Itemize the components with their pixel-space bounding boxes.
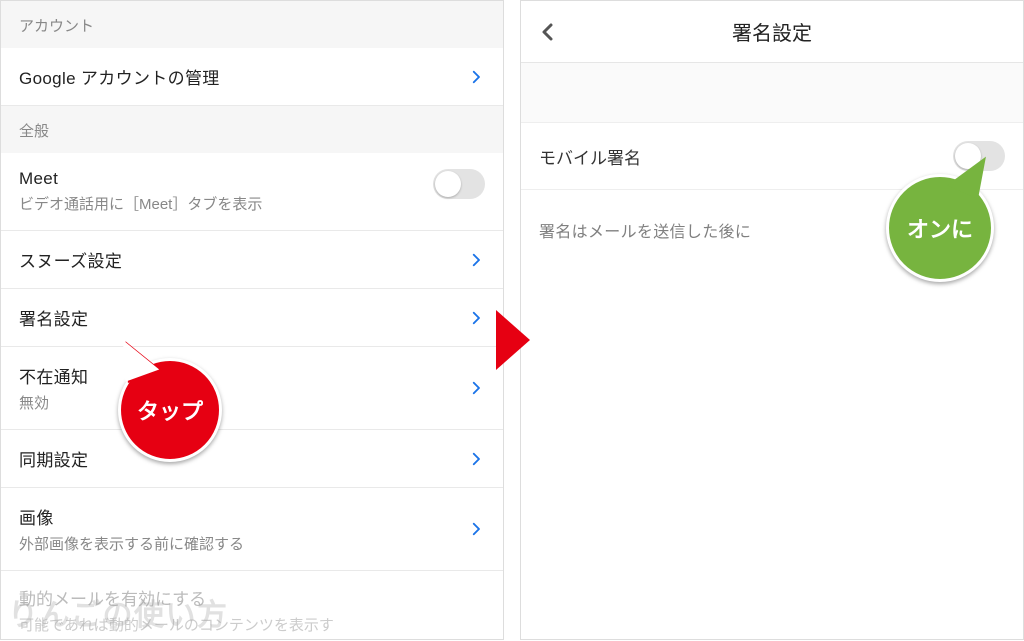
signature-settings-pane: 署名設定 モバイル署名 署名はメールを送信した後に	[520, 0, 1024, 640]
chevron-right-icon	[467, 309, 485, 327]
row-manage-google-account[interactable]: Google アカウントの管理	[1, 48, 503, 106]
row-images[interactable]: 画像 外部画像を表示する前に確認する	[1, 488, 503, 571]
chevron-left-icon	[536, 20, 560, 44]
settings-list-pane: アカウント Google アカウントの管理 全般 Meet ビデオ通話用に［Me…	[0, 0, 504, 640]
back-button[interactable]	[531, 15, 565, 49]
row-title: 不在通知	[19, 363, 88, 388]
transition-arrow-icon	[496, 310, 530, 370]
section-gap	[521, 63, 1023, 123]
chevron-right-icon	[467, 450, 485, 468]
callout-text: タップ	[137, 394, 203, 426]
page-title: 署名設定	[732, 17, 812, 46]
row-meet[interactable]: Meet ビデオ通話用に［Meet］タブを表示	[1, 153, 503, 231]
row-signature[interactable]: 署名設定	[1, 289, 503, 347]
section-header-general: 全般	[1, 106, 503, 153]
watermark: りんごの使い方	[8, 590, 229, 634]
nav-bar: 署名設定	[521, 1, 1023, 63]
row-vacation[interactable]: 不在通知 無効	[1, 347, 503, 430]
meet-toggle[interactable]	[433, 169, 485, 199]
chevron-right-icon	[467, 251, 485, 269]
callout-text: オンに	[907, 212, 973, 244]
row-label: スヌーズ設定	[19, 247, 122, 272]
row-title: Meet	[19, 169, 262, 189]
row-snooze[interactable]: スヌーズ設定	[1, 231, 503, 289]
chevron-right-icon	[467, 68, 485, 86]
chevron-right-icon	[467, 379, 485, 397]
row-title: 画像	[19, 504, 244, 529]
row-label: 署名設定	[19, 305, 88, 330]
section-header-account: アカウント	[1, 1, 503, 48]
callout-tap: タップ	[118, 358, 222, 462]
row-label: モバイル署名	[539, 144, 641, 169]
callout-turn-on: オンに	[886, 174, 994, 282]
row-subtitle: 無効	[19, 392, 88, 413]
row-label: Google アカウントの管理	[19, 64, 220, 89]
row-subtitle: ビデオ通話用に［Meet］タブを表示	[19, 193, 262, 214]
chevron-right-icon	[467, 520, 485, 538]
row-label: 同期設定	[19, 446, 88, 471]
row-subtitle: 外部画像を表示する前に確認する	[19, 533, 244, 554]
row-sync[interactable]: 同期設定	[1, 430, 503, 488]
